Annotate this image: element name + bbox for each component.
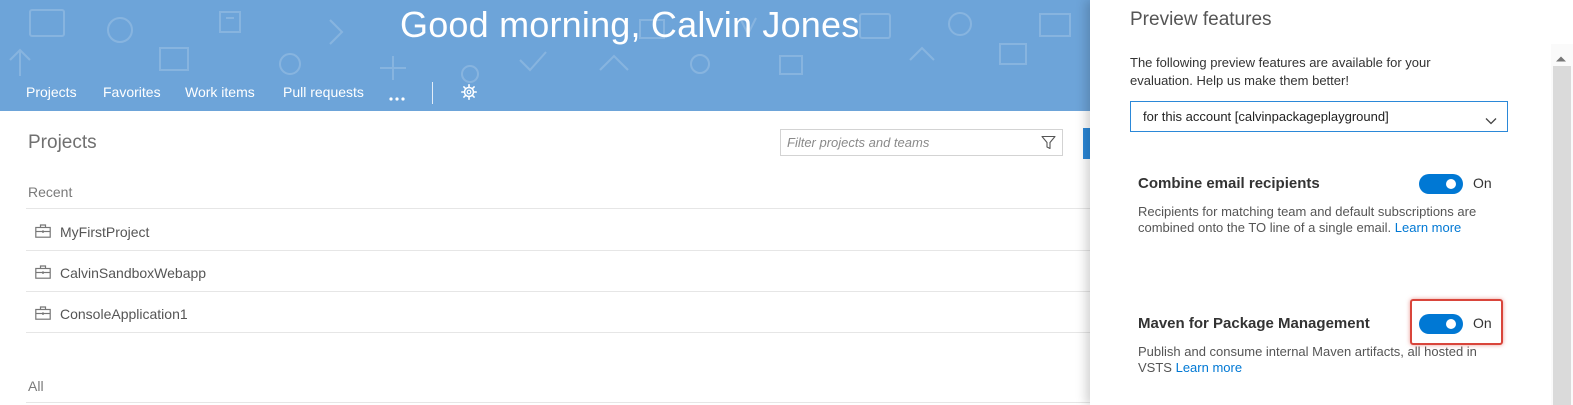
ellipsis-icon[interactable] bbox=[389, 89, 405, 107]
scope-dropdown[interactable]: for this account [calvinpackageplaygroun… bbox=[1130, 101, 1508, 132]
briefcase-icon bbox=[35, 224, 51, 243]
filter-input[interactable] bbox=[781, 130, 1037, 155]
scope-selected-value: for this account [calvinpackageplaygroun… bbox=[1143, 109, 1389, 124]
divider bbox=[26, 208, 1090, 209]
panel-title: Preview features bbox=[1130, 9, 1272, 30]
learn-more-link[interactable]: Learn more bbox=[1176, 360, 1242, 375]
toggle-state-label: On bbox=[1473, 175, 1492, 191]
divider bbox=[26, 402, 1090, 403]
feature-toggle-combine-email[interactable] bbox=[1419, 174, 1463, 194]
all-section-label: All bbox=[28, 378, 44, 394]
panel-description: The following preview features are avail… bbox=[1130, 55, 1431, 88]
feature-description: Recipients for matching team and default… bbox=[1138, 204, 1488, 236]
project-name[interactable]: ConsoleApplication1 bbox=[60, 306, 188, 322]
nav-tab-pull-requests[interactable]: Pull requests bbox=[283, 84, 364, 100]
project-name[interactable]: CalvinSandboxWebapp bbox=[60, 265, 206, 281]
feature-name: Combine email recipients bbox=[1138, 175, 1320, 192]
divider bbox=[26, 332, 1090, 333]
highlight-annotation bbox=[1410, 299, 1503, 345]
project-row[interactable]: ConsoleApplication1 bbox=[26, 293, 1090, 333]
project-row[interactable]: MyFirstProject bbox=[26, 211, 1090, 251]
feature-description: Publish and consume internal Maven artif… bbox=[1138, 344, 1493, 376]
project-row[interactable]: CalvinSandboxWebapp bbox=[26, 252, 1090, 292]
project-name[interactable]: MyFirstProject bbox=[60, 224, 149, 240]
nav-tab-projects[interactable]: Projects bbox=[26, 84, 77, 100]
scrollbar-thumb[interactable] bbox=[1553, 66, 1571, 405]
chevron-down-icon bbox=[1485, 112, 1497, 130]
recent-section-label: Recent bbox=[28, 184, 73, 200]
filter-funnel-icon[interactable] bbox=[1041, 135, 1056, 155]
new-project-button-edge[interactable] bbox=[1083, 128, 1090, 159]
nav-divider bbox=[432, 82, 433, 104]
page-title: Projects bbox=[28, 132, 97, 153]
header-banner: Good morning, Calvin Jones Projects Favo… bbox=[0, 0, 1090, 111]
feature-name: Maven for Package Management bbox=[1138, 315, 1370, 332]
learn-more-link[interactable]: Learn more bbox=[1395, 220, 1461, 235]
gear-icon[interactable] bbox=[461, 84, 477, 105]
briefcase-icon bbox=[35, 265, 51, 284]
nav-tab-favorites[interactable]: Favorites bbox=[103, 84, 161, 100]
filter-box bbox=[780, 129, 1063, 156]
nav-tab-work-items[interactable]: Work items bbox=[185, 84, 255, 100]
briefcase-icon bbox=[35, 306, 51, 325]
divider bbox=[26, 250, 1090, 251]
greeting-title: Good morning, Calvin Jones bbox=[400, 4, 860, 45]
divider bbox=[26, 291, 1090, 292]
toggle-knob bbox=[1446, 179, 1456, 189]
